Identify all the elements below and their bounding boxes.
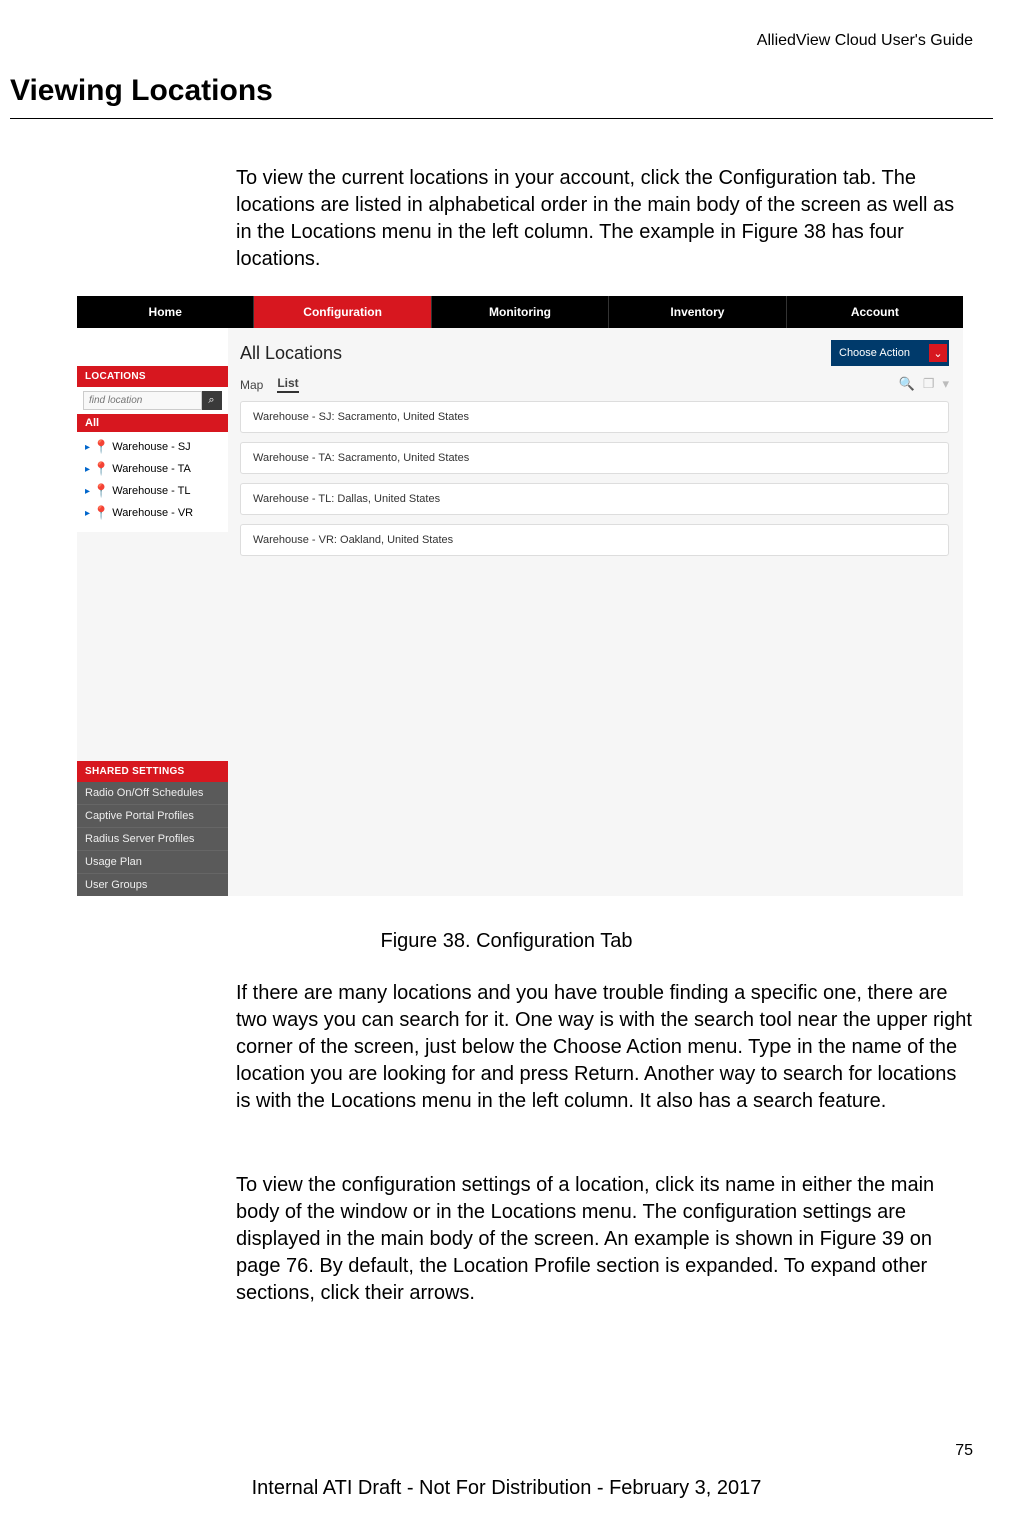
pin-icon: 📍 [93, 505, 109, 521]
sidebar-item-label: Warehouse - SJ [112, 441, 190, 453]
figure-caption: Figure 38. Configuration Tab [0, 930, 1013, 953]
choose-action-dropdown[interactable]: Choose Action ⌄ [831, 340, 949, 366]
title-rule [10, 118, 993, 119]
location-row[interactable]: Warehouse - TL: Dallas, United States [240, 483, 949, 515]
choose-action-label: Choose Action [839, 347, 910, 359]
body-paragraph-3: To view the configuration settings of a … [236, 1172, 975, 1307]
dropdown-icon[interactable]: ▾ [942, 376, 949, 392]
nav-tab-inventory[interactable]: Inventory [609, 296, 786, 328]
page-number: 75 [955, 1442, 973, 1460]
main-title: All Locations [240, 343, 342, 364]
shared-item-usage-plan[interactable]: Usage Plan [77, 851, 228, 874]
chevron-down-icon: ⌄ [929, 344, 947, 362]
sidebar-locations-header: LOCATIONS [77, 366, 228, 387]
sidebar-item-warehouse-sj[interactable]: ▸ 📍 Warehouse - SJ [77, 436, 228, 458]
shared-item-captive-portal[interactable]: Captive Portal Profiles [77, 805, 228, 828]
nav-tab-configuration[interactable]: Configuration [254, 296, 431, 328]
caret-icon: ▸ [85, 464, 90, 475]
search-icon: ⌕ [208, 394, 214, 407]
caret-icon: ▸ [85, 486, 90, 497]
search-icon[interactable]: 🔍 [899, 376, 915, 392]
caret-icon: ▸ [85, 508, 90, 519]
sidebar-shared-list: Radio On/Off Schedules Captive Portal Pr… [77, 782, 228, 896]
sidebar-item-label: Warehouse - TL [112, 485, 190, 497]
top-nav: Home Configuration Monitoring Inventory … [77, 296, 963, 328]
sidebar-item-warehouse-vr[interactable]: ▸ 📍 Warehouse - VR [77, 502, 228, 524]
find-location-button[interactable]: ⌕ [202, 391, 222, 410]
sidebar: LOCATIONS ⌕ All ▸ 📍 Warehouse - SJ ▸ [77, 328, 228, 896]
shared-item-user-groups[interactable]: User Groups [77, 874, 228, 896]
caret-icon: ▸ [85, 442, 90, 453]
pin-icon: 📍 [93, 461, 109, 477]
sidebar-shared-header: SHARED SETTINGS [77, 761, 228, 782]
sidebar-item-warehouse-tl[interactable]: ▸ 📍 Warehouse - TL [77, 480, 228, 502]
nav-tab-home[interactable]: Home [77, 296, 254, 328]
view-map-toggle[interactable]: Map [240, 378, 263, 392]
location-row[interactable]: Warehouse - VR: Oakland, United States [240, 524, 949, 556]
shared-item-radio-schedules[interactable]: Radio On/Off Schedules [77, 782, 228, 805]
pin-icon: 📍 [93, 483, 109, 499]
pin-icon: 📍 [93, 439, 109, 455]
find-location-input[interactable] [83, 391, 202, 410]
sidebar-item-label: Warehouse - TA [112, 463, 191, 475]
nav-tab-monitoring[interactable]: Monitoring [432, 296, 609, 328]
main-panel: All Locations Choose Action ⌄ Map List 🔍… [228, 328, 963, 896]
location-row[interactable]: Warehouse - SJ: Sacramento, United State… [240, 401, 949, 433]
sidebar-all[interactable]: All [77, 414, 228, 432]
sidebar-item-label: Warehouse - VR [112, 507, 193, 519]
guide-title: AlliedView Cloud User's Guide [757, 32, 973, 50]
body-paragraph-2: If there are many locations and you have… [236, 980, 975, 1115]
section-title: Viewing Locations [10, 74, 273, 108]
sidebar-item-warehouse-ta[interactable]: ▸ 📍 Warehouse - TA [77, 458, 228, 480]
sidebar-location-list: ▸ 📍 Warehouse - SJ ▸ 📍 Warehouse - TA ▸ … [77, 432, 228, 532]
intro-paragraph: To view the current locations in your ac… [236, 165, 975, 273]
copy-icon[interactable]: ❐ [923, 376, 935, 392]
figure-screenshot: Home Configuration Monitoring Inventory … [77, 296, 963, 896]
location-row[interactable]: Warehouse - TA: Sacramento, United State… [240, 442, 949, 474]
shared-item-radius-server[interactable]: Radius Server Profiles [77, 828, 228, 851]
footer-draft-notice: Internal ATI Draft - Not For Distributio… [0, 1477, 1013, 1500]
view-list-toggle[interactable]: List [277, 376, 298, 393]
nav-tab-account[interactable]: Account [787, 296, 963, 328]
